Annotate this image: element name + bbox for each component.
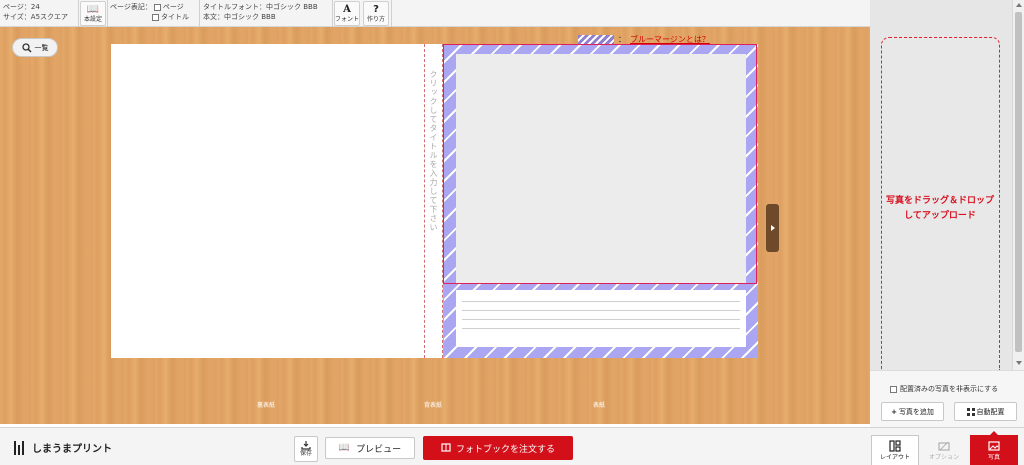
divider: [332, 0, 333, 27]
scroll-up-icon[interactable]: [1016, 3, 1022, 7]
page-title-option-label: タイトル: [161, 13, 189, 21]
spine-page: クリックしてタイトルを入力して下さい: [424, 44, 443, 358]
photo-icon: [988, 441, 1000, 451]
font-icon: A: [343, 3, 351, 15]
option-icon: [938, 441, 950, 451]
save-button[interactable]: 保存: [294, 436, 318, 462]
brand-logo: しまうまプリント: [14, 440, 112, 455]
title-font: タイトルフォント：中ゴシック BBB: [203, 3, 318, 11]
divider: [391, 0, 392, 27]
add-photo-button[interactable]: + 写真を追加: [881, 402, 944, 421]
hide-placed-checkbox[interactable]: [890, 385, 897, 393]
photo-panel-footer: 配置済みの写真を非表示にする + 写真を追加 自動配置: [870, 370, 1024, 427]
logo-mark-icon: [14, 440, 27, 455]
tab-option[interactable]: オプション: [920, 435, 968, 465]
photo-dropzone[interactable]: 写真をドラッグ＆ドロップしてアップロード: [881, 37, 1000, 370]
page-number-checkbox[interactable]: [153, 3, 161, 11]
text-guide-line: [462, 328, 740, 329]
grid-icon: [966, 407, 975, 416]
page-display-settings: ページ表記： ページ タイトル: [110, 2, 189, 22]
back-cover-label: 裏表紙: [257, 402, 276, 409]
divider: [107, 0, 108, 27]
active-tab-marker: [990, 431, 998, 435]
question-icon: ?: [373, 3, 379, 15]
book-icon: 📖: [86, 3, 100, 15]
page-display-label: ページ表記：: [110, 3, 152, 11]
panel-scrollbar[interactable]: [1012, 0, 1024, 370]
top-toolbar: ページ：24 サイズ：A5スクエア 📖 本設定 ページ表記： ページ タイトル …: [0, 0, 870, 27]
open-book-icon: 📖: [338, 443, 351, 453]
panel-toggle-handle[interactable]: [766, 204, 779, 252]
divider: [199, 0, 200, 27]
body-font: 本文：中ゴシック BBB: [203, 13, 276, 21]
bottom-bar: しまうまプリント 保存 📖 プレビュー フォトブックを注文する レイアウト オプ…: [0, 427, 1024, 465]
cart-icon: [441, 443, 451, 452]
page-count: ページ：24: [3, 3, 40, 11]
spine-label: 背表紙: [424, 402, 443, 409]
hide-placed-toggle[interactable]: 配置済みの写真を非表示にする: [890, 384, 998, 394]
page-number-option-label: ページ: [162, 3, 184, 11]
scroll-thumb[interactable]: [1015, 12, 1022, 352]
font-button[interactable]: A フォント: [334, 1, 360, 26]
page-title-checkbox[interactable]: [152, 13, 159, 21]
book-info: ページ：24 サイズ：A5スクエア: [3, 2, 68, 22]
text-guide-line: [462, 310, 740, 311]
layout-icon: [889, 440, 901, 452]
tab-layout[interactable]: レイアウト: [871, 435, 919, 465]
front-cover-label: 表紙: [593, 402, 606, 409]
spine-title-input[interactable]: クリックしてタイトルを入力して下さい: [425, 70, 442, 232]
auto-place-button[interactable]: 自動配置: [954, 402, 1017, 421]
back-cover-page[interactable]: [111, 44, 424, 358]
text-guide-line: [462, 319, 740, 320]
scroll-down-icon[interactable]: [1016, 361, 1022, 365]
tab-photo[interactable]: 写真: [970, 435, 1018, 465]
howto-button[interactable]: ? 作り方: [363, 1, 389, 26]
arrow-right-icon: [770, 225, 775, 231]
plus-icon: +: [891, 407, 897, 416]
text-guide-line: [462, 301, 740, 302]
page-list-button[interactable]: 一覧: [12, 38, 58, 57]
save-icon: [301, 441, 311, 450]
font-info: タイトルフォント：中ゴシック BBB 本文：中ゴシック BBB: [203, 2, 318, 22]
preview-button[interactable]: 📖 プレビュー: [325, 437, 415, 459]
magnifier-icon: [21, 42, 32, 53]
bleed-swatch: [578, 34, 614, 45]
book-settings-button[interactable]: 📖 本設定: [80, 1, 106, 26]
photo-slot[interactable]: [456, 54, 746, 284]
dropzone-text: 写真をドラッグ＆ドロップしてアップロード: [885, 196, 994, 221]
book-size: サイズ：A5スクエア: [3, 13, 69, 21]
cover-text-area[interactable]: [456, 290, 746, 347]
order-photobook-button[interactable]: フォトブックを注文する: [423, 436, 573, 460]
divider: [78, 0, 79, 27]
